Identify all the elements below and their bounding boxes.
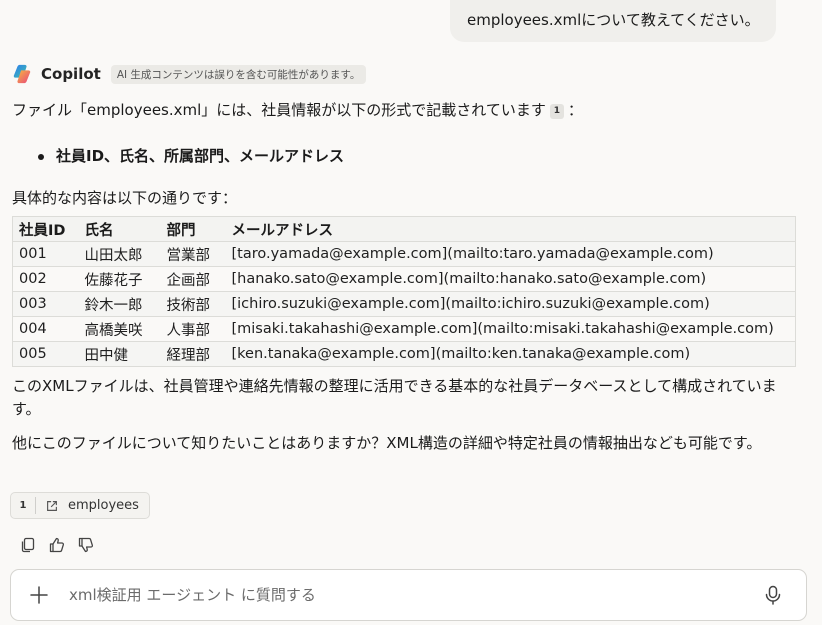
ai-disclaimer-badge: AI 生成コンテンツは誤りを含む可能性があります。 [110,64,367,84]
cell-email: [taro.yamada@example.com](mailto:taro.ya… [225,241,796,267]
assistant-name: Copilot [41,65,101,83]
intro-colon: ： [567,101,583,119]
cell-department: 経理部 [160,341,226,367]
field-list: 社員ID、氏名、所属部門、メールアドレス [34,145,344,168]
source-label: employees [68,498,139,513]
cell-email: [ken.tanaka@example.com](mailto:ken.tana… [225,341,796,367]
employee-table: 社員ID 氏名 部門 メールアドレス 001 山田太郎 営業部 [taro.ya… [12,216,796,367]
cell-name: 山田太郎 [78,241,161,267]
chat-input[interactable] [67,585,752,605]
table-row: 005 田中健 経理部 [ken.tanaka@example.com](mai… [12,341,796,367]
microphone-icon[interactable] [762,584,784,606]
table-row: 003 鈴木一郎 技術部 [ichiro.suzuki@example.com]… [12,291,796,317]
header-employee-id: 社員ID [12,216,79,242]
cell-employee-id: 002 [12,266,79,292]
source-reference-chip[interactable]: 1 employees [10,492,150,519]
header-email: メールアドレス [225,216,796,242]
bullet-dot [38,154,44,160]
cell-name: 田中健 [78,341,161,367]
plus-icon[interactable] [28,584,50,606]
cell-department: 企画部 [160,266,226,292]
table-row: 002 佐藤花子 企画部 [hanako.sato@example.com](m… [12,266,796,292]
user-message-text: employees.xmlについて教えてください。 [467,11,760,29]
message-composer [10,569,807,621]
assistant-header: Copilot AI 生成コンテンツは誤りを含む可能性があります。 [11,63,367,85]
cell-employee-id: 001 [12,241,79,267]
cell-email: [ichiro.suzuki@example.com](mailto:ichir… [225,291,796,317]
cell-name: 鈴木一郎 [78,291,161,317]
message-actions [19,536,95,554]
citation-badge[interactable]: 1 [549,104,564,119]
cell-employee-id: 004 [12,316,79,342]
user-message-bubble: employees.xmlについて教えてください。 [450,0,776,42]
list-item-text: 社員ID、氏名、所属部門、メールアドレス [56,147,345,165]
cell-email: [hanako.sato@example.com](mailto:hanako.… [225,266,796,292]
cell-employee-id: 005 [12,341,79,367]
copilot-logo-icon [13,64,31,84]
cell-department: 人事部 [160,316,226,342]
table-intro: 具体的な内容は以下の通りです： [12,189,238,207]
cell-department: 営業部 [160,241,226,267]
cell-name: 高橋美咲 [78,316,161,342]
summary-paragraph: このXMLファイルは、社員管理や連絡先情報の整理に活用できる基本的な社員データベ… [12,377,777,418]
cell-department: 技術部 [160,291,226,317]
header-name: 氏名 [78,216,161,242]
list-item: 社員ID、氏名、所属部門、メールアドレス [34,145,344,168]
source-number: 1 [11,497,36,514]
table-row: 001 山田太郎 営業部 [taro.yamada@example.com](m… [12,241,796,267]
table-row: 004 高橋美咲 人事部 [misaki.takahashi@example.c… [12,316,796,342]
cell-email: [misaki.takahashi@example.com](mailto:mi… [225,316,796,342]
cell-employee-id: 003 [12,291,79,317]
cell-name: 佐藤花子 [78,266,161,292]
table-header-row: 社員ID 氏名 部門 メールアドレス [12,216,796,242]
external-link-icon [47,500,57,511]
followup-paragraph: 他にこのファイルについて知りたいことはありますか？XML構造の詳細や特定社員の情… [12,434,762,452]
intro-paragraph: ファイル「employees.xml」には、社員情報が以下の形式で記載されていま… [12,99,583,122]
thumbs-down-icon[interactable] [77,536,95,554]
intro-text: ファイル「employees.xml」には、社員情報が以下の形式で記載されていま… [12,101,546,119]
header-department: 部門 [160,216,226,242]
copy-icon[interactable] [19,536,37,554]
thumbs-up-icon[interactable] [48,536,66,554]
